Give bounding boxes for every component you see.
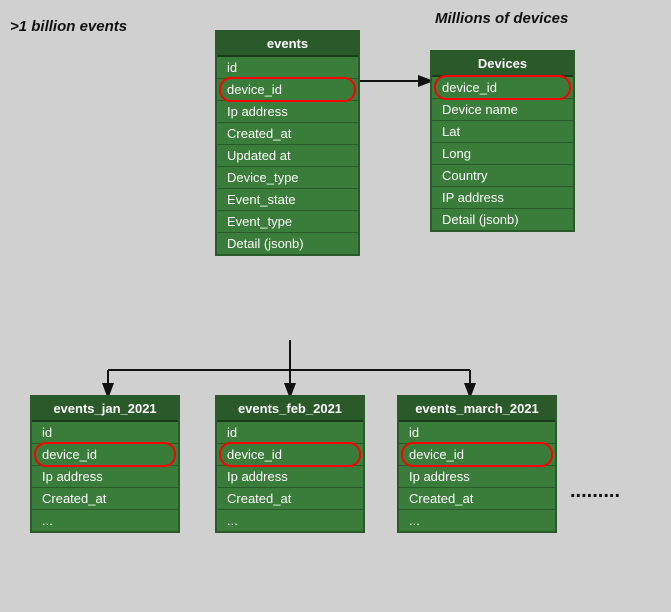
devices-row-device-name: Device name	[432, 99, 573, 121]
events-feb-table-header: events_feb_2021	[217, 397, 363, 422]
billion-events-label: >1 billion events	[10, 18, 127, 35]
events-row-event-type: Event_type	[217, 211, 358, 233]
events-table: events id device_id Ip address Created_a…	[215, 30, 360, 256]
devices-table-header: Devices	[432, 52, 573, 77]
events-row-event-state: Event_state	[217, 189, 358, 211]
devices-row-long: Long	[432, 143, 573, 165]
events-row-device-type: Device_type	[217, 167, 358, 189]
feb-row-ip: Ip address	[217, 466, 363, 488]
devices-row-country: Country	[432, 165, 573, 187]
jan-row-created: Created_at	[32, 488, 178, 510]
events-row-updated: Updated at	[217, 145, 358, 167]
events-jan-table-header: events_jan_2021	[32, 397, 178, 422]
march-row-id: id	[399, 422, 555, 444]
feb-row-id: id	[217, 422, 363, 444]
events-feb-table: events_feb_2021 id device_id Ip address …	[215, 395, 365, 533]
events-row-detail: Detail (jsonb)	[217, 233, 358, 254]
millions-devices-label: Millions of devices	[435, 10, 568, 27]
devices-row-ip: IP address	[432, 187, 573, 209]
jan-row-device-id: device_id	[32, 444, 178, 466]
feb-row-created: Created_at	[217, 488, 363, 510]
events-row-device-id: device_id	[217, 79, 358, 101]
events-row-id: id	[217, 57, 358, 79]
continuation-dots: .........	[570, 480, 620, 503]
feb-row-device-id: device_id	[217, 444, 363, 466]
march-row-device-id: device_id	[399, 444, 555, 466]
march-row-created: Created_at	[399, 488, 555, 510]
march-row-ip: Ip address	[399, 466, 555, 488]
devices-row-device-id: device_id	[432, 77, 573, 99]
devices-row-detail: Detail (jsonb)	[432, 209, 573, 230]
jan-row-dots: ...	[32, 510, 178, 531]
devices-table: Devices device_id Device name Lat Long C…	[430, 50, 575, 232]
devices-row-lat: Lat	[432, 121, 573, 143]
events-row-ip: Ip address	[217, 101, 358, 123]
events-table-header: events	[217, 32, 358, 57]
feb-row-dots: ...	[217, 510, 363, 531]
events-march-table-header: events_march_2021	[399, 397, 555, 422]
events-row-created: Created_at	[217, 123, 358, 145]
march-row-dots: ...	[399, 510, 555, 531]
jan-row-ip: Ip address	[32, 466, 178, 488]
events-jan-table: events_jan_2021 id device_id Ip address …	[30, 395, 180, 533]
jan-row-id: id	[32, 422, 178, 444]
events-march-table: events_march_2021 id device_id Ip addres…	[397, 395, 557, 533]
